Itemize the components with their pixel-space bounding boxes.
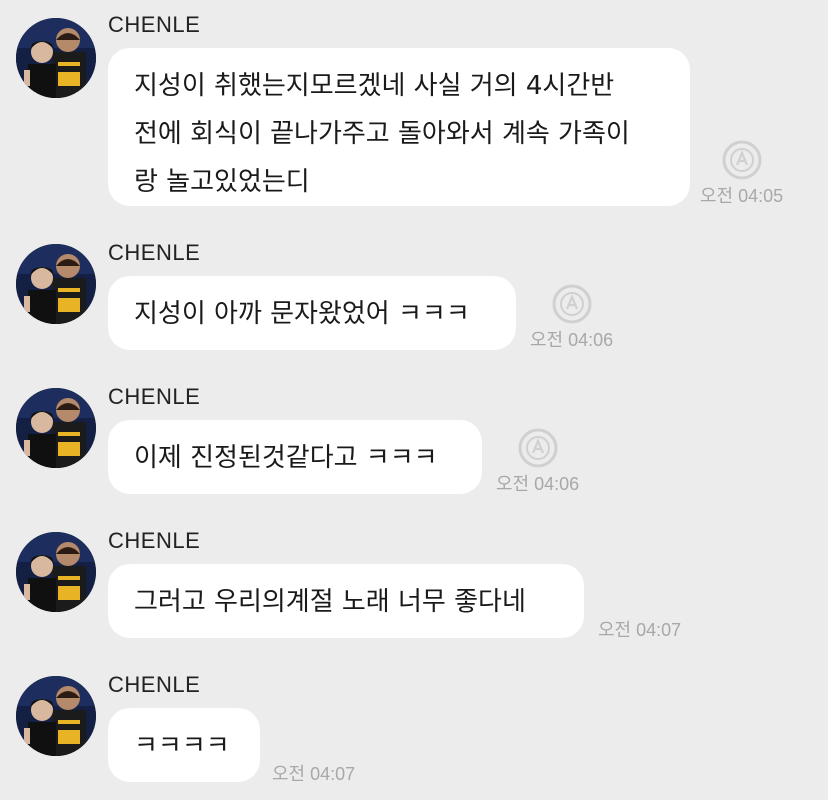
message-meta: 오전 04:05 [700,138,783,208]
timestamp: 오전 04:07 [598,620,682,640]
avatar[interactable] [16,388,96,468]
avatar[interactable] [16,676,96,756]
timestamp: 오전 04:05 [700,186,784,206]
sender-name: CHENLE [108,672,201,697]
message-meta: 오전 04:06 [496,426,579,496]
avatar[interactable] [16,18,96,98]
translate-icon[interactable] [550,282,594,326]
translate-icon[interactable] [516,426,560,470]
avatar[interactable] [16,532,96,612]
message-meta: 오전 04:07 [598,616,681,642]
message-bubble[interactable]: 지성이 아까 문자왔었어 ㅋㅋㅋ [108,276,516,350]
message-bubble[interactable]: ㅋㅋㅋㅋ [108,708,260,782]
chat-window: CHENLE 지성이 취했는지모르겠네 사실 거의 4시간반 전에 회식이 끝나… [0,0,828,800]
sender-name: CHENLE [108,12,201,37]
avatar[interactable] [16,244,96,324]
message-bubble[interactable]: 지성이 취했는지모르겠네 사실 거의 4시간반 전에 회식이 끝나가주고 돌아와… [108,48,690,206]
message-meta: 오전 04:06 [530,282,613,352]
message-bubble[interactable]: 그러고 우리의계절 노래 너무 좋다네 [108,564,584,638]
sender-name: CHENLE [108,528,201,553]
sender-name: CHENLE [108,384,201,409]
message-bubble[interactable]: 이제 진정된것같다고 ㅋㅋㅋ [108,420,482,494]
sender-name: CHENLE [108,240,201,265]
translate-icon[interactable] [720,138,764,182]
message-meta: 오전 04:07 [272,760,355,786]
timestamp: 오전 04:07 [272,764,356,784]
timestamp: 오전 04:06 [496,474,580,494]
timestamp: 오전 04:06 [530,330,614,350]
